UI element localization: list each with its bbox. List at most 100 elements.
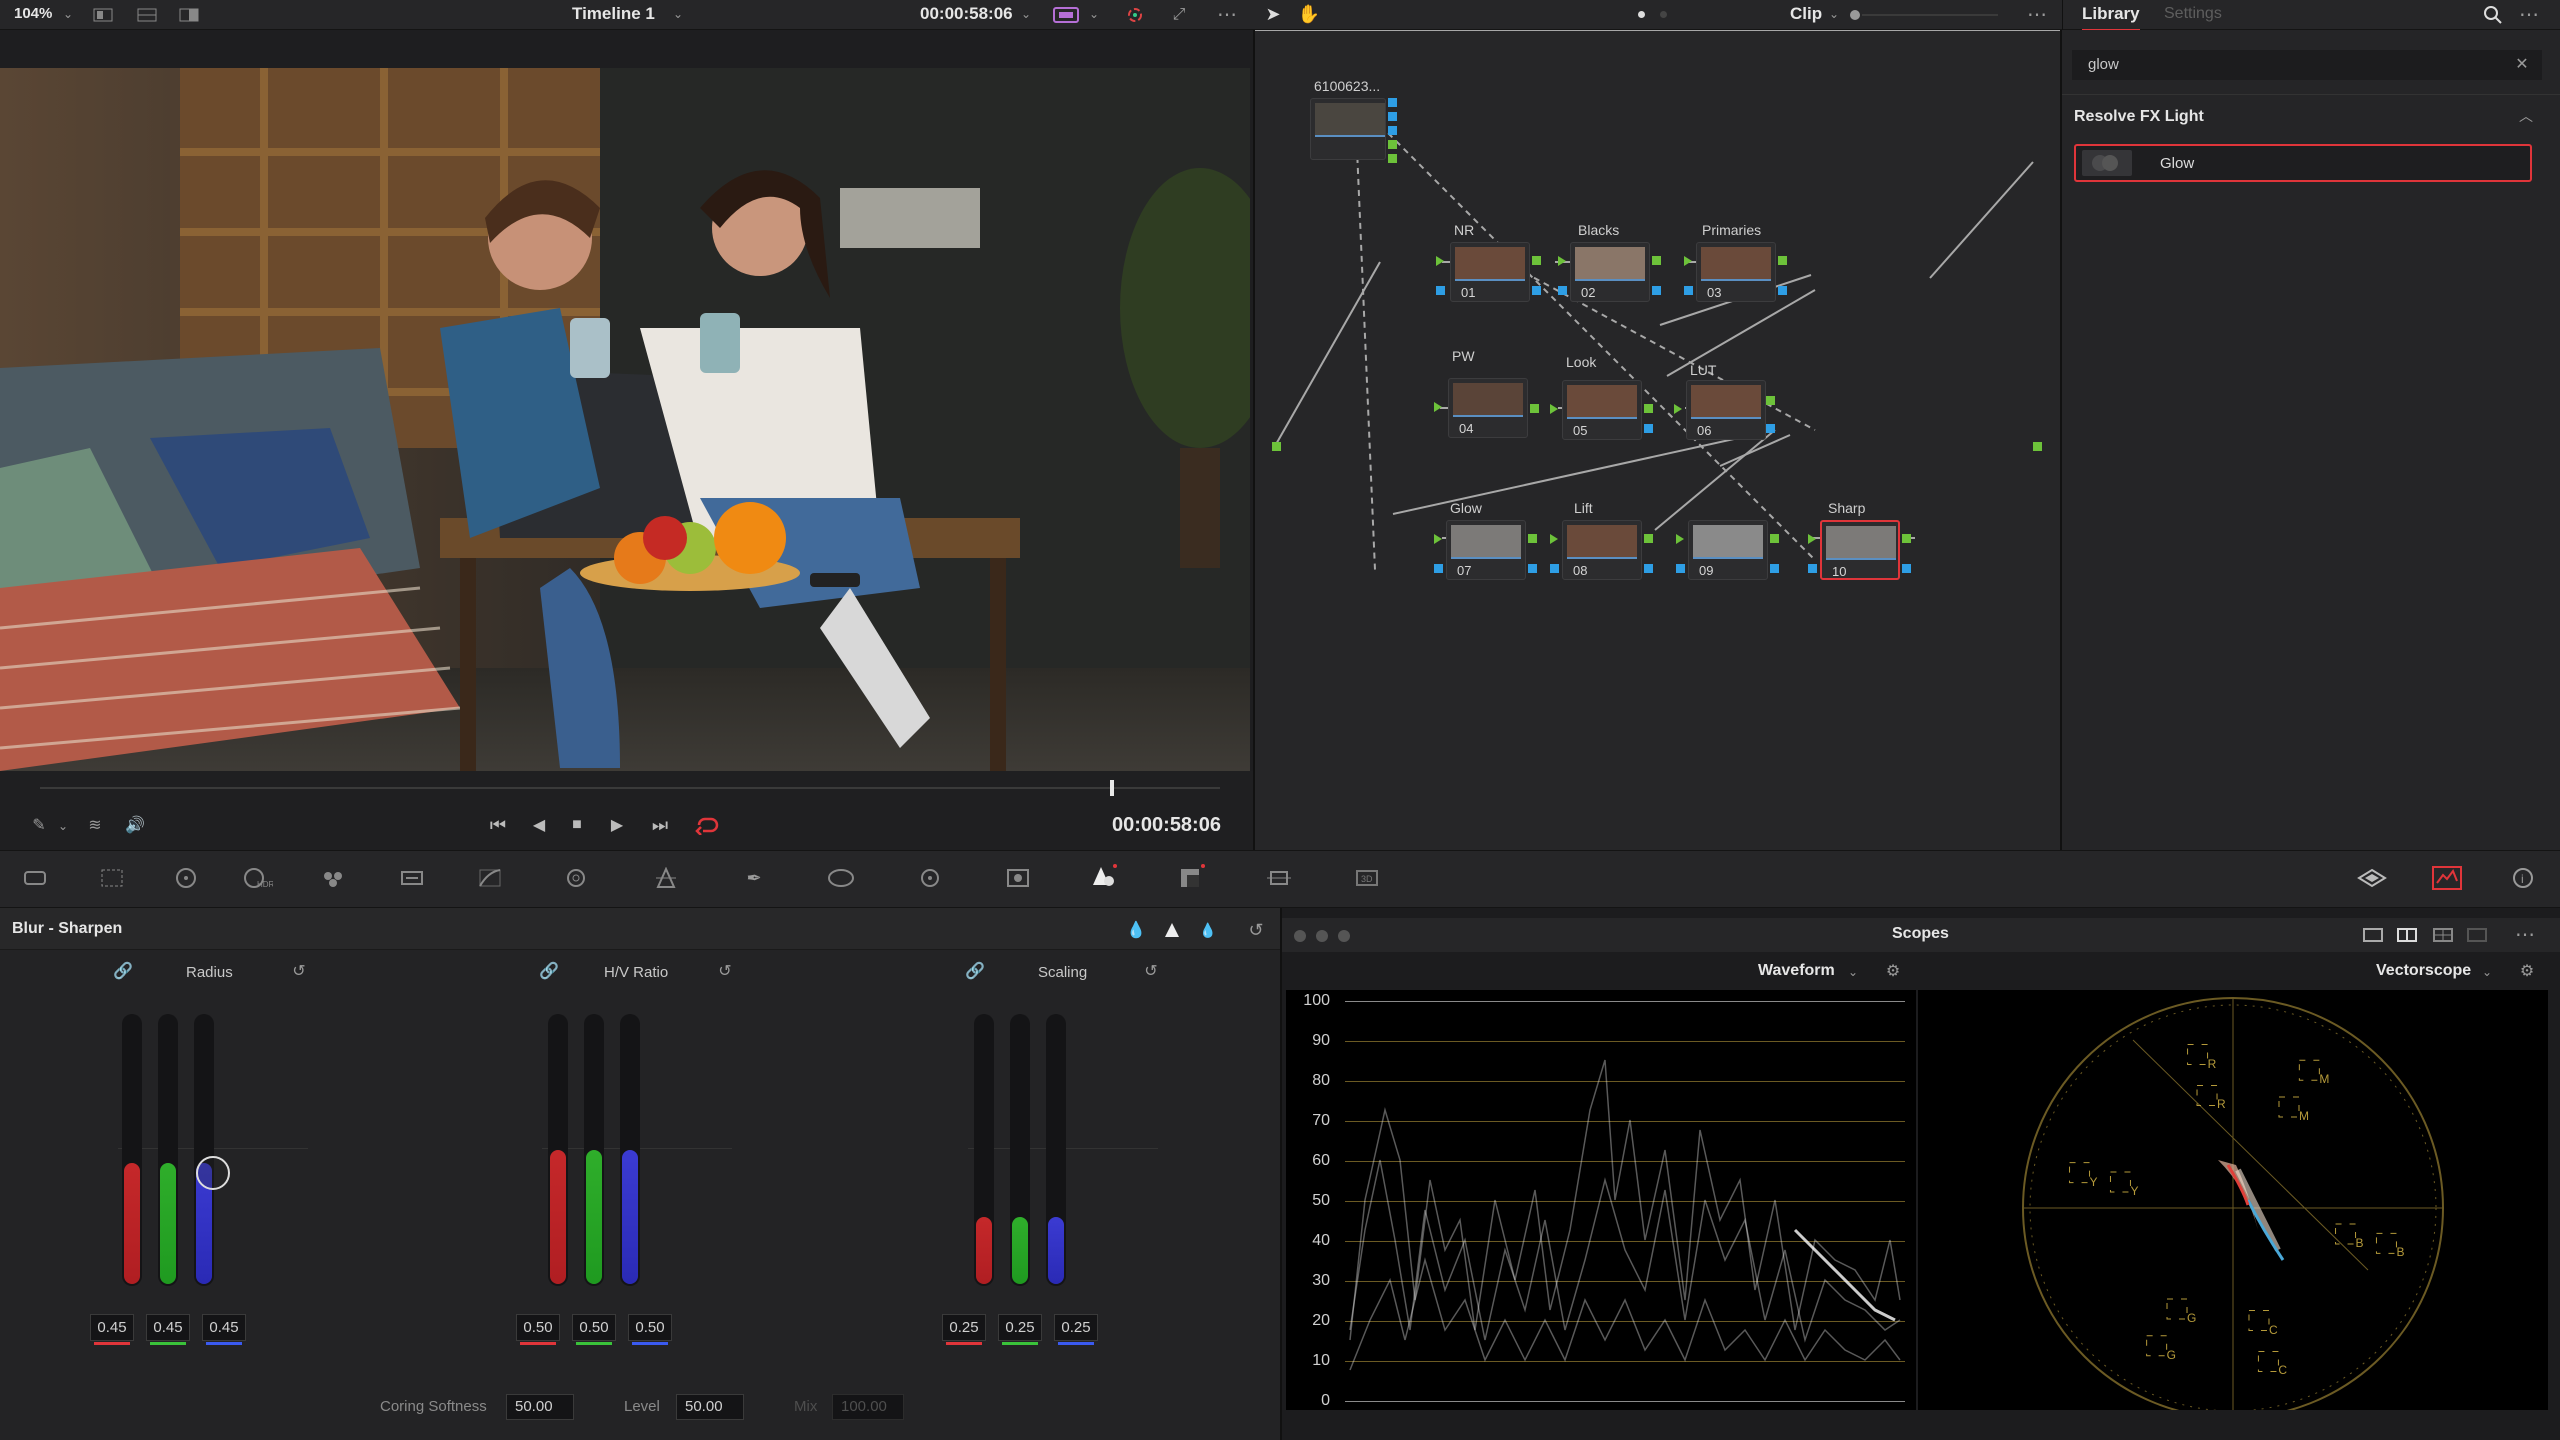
motion-effects-icon[interactable]: [398, 866, 426, 890]
speaker-icon[interactable]: 🔊: [124, 814, 146, 836]
blur-mode-icon[interactable]: [1160, 918, 1184, 942]
blur-value-input[interactable]: 0.45: [90, 1314, 134, 1341]
blur-slider-green[interactable]: [584, 1014, 604, 1286]
key-icon[interactable]: [1176, 862, 1208, 892]
node-zoom-slider-handle[interactable]: [1850, 10, 1860, 20]
page-dot[interactable]: [1660, 11, 1667, 18]
more-options-icon[interactable]: ⋯: [2512, 922, 2538, 946]
single-viewer-icon[interactable]: [92, 5, 114, 25]
info-icon[interactable]: i: [2510, 866, 2536, 890]
skip-to-end-icon[interactable]: ⏭: [646, 814, 674, 836]
blur-value-input[interactable]: 0.25: [942, 1314, 986, 1341]
source-node[interactable]: [1310, 98, 1386, 160]
chevron-down-icon[interactable]: ⌄: [1018, 4, 1034, 24]
color-wheels-icon[interactable]: [172, 866, 200, 890]
node-zoom-slider-track[interactable]: [1862, 14, 1998, 16]
blur-icon[interactable]: [1088, 862, 1120, 892]
library-section-title[interactable]: Resolve FX Light: [2074, 108, 2204, 126]
power-window-icon[interactable]: [826, 866, 856, 890]
search-icon[interactable]: [2480, 2, 2506, 28]
reset-icon[interactable]: ↺: [1244, 918, 1268, 942]
hand-tool-icon[interactable]: ✋: [1298, 3, 1320, 25]
chevron-down-icon[interactable]: ⌄: [1846, 962, 1860, 982]
camera-raw-icon[interactable]: [22, 866, 50, 890]
chevron-down-icon[interactable]: ⌄: [1826, 4, 1842, 24]
blur-slider-red[interactable]: [548, 1014, 568, 1286]
link-icon[interactable]: 🔗: [112, 960, 134, 982]
blur-value-input[interactable]: 0.45: [146, 1314, 190, 1341]
chevron-down-icon[interactable]: ⌄: [1086, 4, 1102, 24]
zoom-level[interactable]: 104%: [14, 5, 52, 22]
window-close-dot[interactable]: [1294, 930, 1306, 942]
curves-icon[interactable]: [476, 866, 504, 890]
library-search-input[interactable]: glow: [2088, 56, 2119, 73]
blur-value-input[interactable]: 0.25: [1054, 1314, 1098, 1341]
link-icon[interactable]: 🔗: [538, 960, 560, 982]
blur-slider-blue[interactable]: [1046, 1014, 1066, 1286]
hdr-wheels-icon[interactable]: HDR: [242, 866, 274, 890]
eyedropper-icon[interactable]: ✎: [28, 814, 50, 836]
magic-mask-icon[interactable]: [1004, 866, 1032, 890]
color-match-icon[interactable]: [98, 866, 126, 890]
blur-value-input[interactable]: 0.45: [202, 1314, 246, 1341]
grid-scope-icon[interactable]: [2466, 924, 2488, 946]
slider-handle[interactable]: [196, 1156, 230, 1190]
skip-to-start-icon[interactable]: ⏮: [484, 814, 512, 836]
window-zoom-dot[interactable]: [1338, 930, 1350, 942]
node-02[interactable]: 02: [1570, 242, 1650, 302]
drop-icon[interactable]: 💧: [1124, 918, 1148, 942]
tracker-icon[interactable]: [916, 866, 944, 890]
level-input[interactable]: 50.00: [676, 1394, 744, 1420]
mix-input[interactable]: 100.00: [832, 1394, 904, 1420]
playhead[interactable]: [1110, 780, 1114, 796]
blur-value-input[interactable]: 0.50: [572, 1314, 616, 1341]
blur-slider-blue[interactable]: [620, 1014, 640, 1286]
color-highlight-icon[interactable]: [1124, 4, 1146, 26]
3d-icon[interactable]: 3D: [1352, 866, 1382, 890]
scope-settings-icon[interactable]: ⚙: [1882, 960, 1904, 982]
chevron-down-icon[interactable]: ⌄: [2480, 962, 2494, 982]
fx-bypass-icon[interactable]: [1052, 4, 1080, 26]
chevron-up-icon[interactable]: ︿: [2516, 106, 2536, 126]
chevron-down-icon[interactable]: ⌄: [670, 4, 686, 24]
viewer-image[interactable]: [0, 68, 1250, 771]
node-04[interactable]: 04: [1448, 378, 1528, 438]
library-search-field[interactable]: [2072, 50, 2542, 80]
clear-search-icon[interactable]: ✕: [2512, 52, 2532, 76]
blur-value-input[interactable]: 0.50: [516, 1314, 560, 1341]
node-03[interactable]: 03: [1696, 242, 1776, 302]
blur-value-input[interactable]: 0.50: [628, 1314, 672, 1341]
more-options-icon[interactable]: ⋯: [2024, 2, 2050, 26]
node-09[interactable]: 09: [1688, 520, 1768, 580]
dual-scope-icon[interactable]: [2396, 924, 2418, 946]
tab-library[interactable]: Library: [2082, 4, 2140, 31]
wipe-viewer-icon[interactable]: [178, 5, 200, 25]
single-scope-icon[interactable]: [2362, 924, 2384, 946]
node-07[interactable]: 07: [1446, 520, 1526, 580]
reset-icon[interactable]: ↺: [714, 960, 736, 982]
node-05[interactable]: 05: [1562, 380, 1642, 440]
sizing-icon[interactable]: [1264, 866, 1294, 890]
play-icon[interactable]: ▶: [606, 814, 628, 836]
timecode-display[interactable]: 00:00:58:06: [920, 4, 1013, 24]
scope-settings-icon[interactable]: ⚙: [2516, 960, 2538, 982]
split-viewer-icon[interactable]: [136, 5, 158, 25]
stop-icon[interactable]: ■: [566, 814, 588, 836]
loop-icon[interactable]: [692, 812, 722, 838]
coring-softness-input[interactable]: 50.00: [506, 1394, 574, 1420]
waveform-selector[interactable]: Waveform: [1758, 962, 1835, 980]
mist-icon[interactable]: 💧: [1196, 918, 1220, 942]
fullscreen-icon[interactable]: ⤢: [1168, 4, 1190, 26]
blur-slider-green[interactable]: [1010, 1014, 1030, 1286]
more-options-icon[interactable]: ⋯: [2516, 2, 2542, 26]
scrub-bar[interactable]: [40, 787, 1220, 789]
blur-value-input[interactable]: 0.25: [998, 1314, 1042, 1341]
reverse-play-icon[interactable]: ◀: [528, 814, 550, 836]
eyedropper-icon[interactable]: ✒: [740, 866, 768, 890]
page-dot-active[interactable]: [1638, 11, 1645, 18]
more-options-icon[interactable]: ⋯: [1214, 2, 1240, 26]
clip-mode-label[interactable]: Clip: [1790, 4, 1822, 24]
color-warper-icon[interactable]: [562, 866, 590, 890]
link-icon[interactable]: 🔗: [964, 960, 986, 982]
scopes-icon[interactable]: [2430, 864, 2464, 892]
